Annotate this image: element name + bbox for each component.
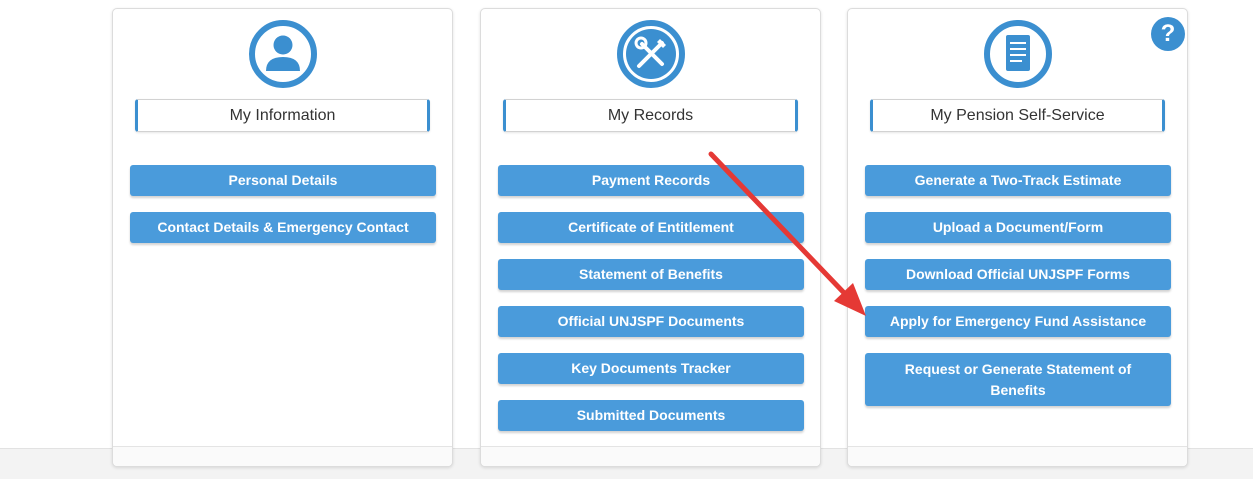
card-footer <box>848 446 1187 466</box>
request-statement-of-benefits-button[interactable]: Request or Generate Statement of Benefit… <box>865 353 1171 406</box>
official-unjspf-documents-button[interactable]: Official UNJSPF Documents <box>498 306 804 337</box>
key-documents-tracker-button[interactable]: Key Documents Tracker <box>498 353 804 384</box>
document-icon <box>983 20 1052 88</box>
payment-records-button[interactable]: Payment Records <box>498 165 804 196</box>
card-title-my-records: My Records <box>503 99 798 132</box>
card-title-my-information: My Information <box>135 99 430 132</box>
contact-details-button[interactable]: Contact Details & Emergency Contact <box>130 212 436 243</box>
statement-of-benefits-button[interactable]: Statement of Benefits <box>498 259 804 290</box>
card-my-records: My Records Payment Records Certificate o… <box>480 8 821 467</box>
apply-emergency-fund-button[interactable]: Apply for Emergency Fund Assistance <box>865 306 1171 337</box>
card-footer <box>481 446 820 466</box>
question-circle-icon[interactable]: ? <box>1151 17 1185 51</box>
submitted-documents-button[interactable]: Submitted Documents <box>498 400 804 431</box>
upload-document-form-button[interactable]: Upload a Document/Form <box>865 212 1171 243</box>
card-my-pension-self-service: My Pension Self-Service Generate a Two-T… <box>847 8 1188 467</box>
personal-details-button[interactable]: Personal Details <box>130 165 436 196</box>
generate-two-track-estimate-button[interactable]: Generate a Two-Track Estimate <box>865 165 1171 196</box>
tools-icon <box>616 20 685 88</box>
certificate-of-entitlement-button[interactable]: Certificate of Entitlement <box>498 212 804 243</box>
card-my-information: My Information Personal Details Contact … <box>112 8 453 467</box>
card-footer <box>113 446 452 466</box>
user-icon <box>248 20 317 88</box>
download-official-forms-button[interactable]: Download Official UNJSPF Forms <box>865 259 1171 290</box>
card-title-my-pension-self-service: My Pension Self-Service <box>870 99 1165 132</box>
